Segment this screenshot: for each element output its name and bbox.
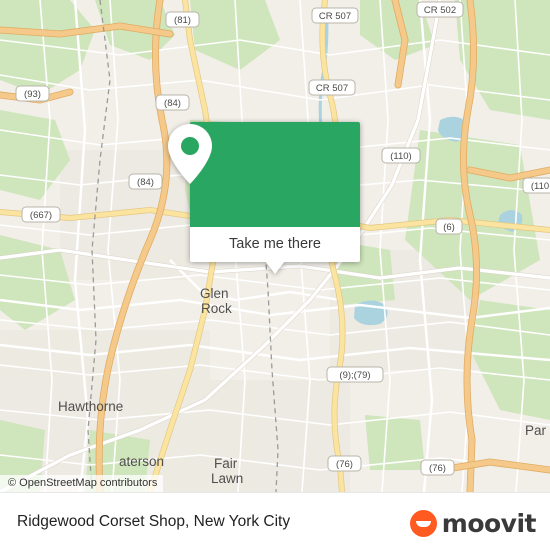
place-label: Hawthorne <box>58 399 123 414</box>
place-title: Ridgewood Corset Shop, New York City <box>17 513 291 530</box>
svg-text:(6): (6) <box>443 222 455 233</box>
svg-text:(9);(79): (9);(79) <box>339 370 370 381</box>
route-shield: (81) <box>165 11 200 28</box>
osm-attribution[interactable]: © OpenStreetMap contributors <box>0 475 164 492</box>
place-label: aterson <box>119 454 164 469</box>
route-shield: CR 507 <box>308 79 356 96</box>
route-shield: (84) <box>155 94 190 111</box>
route-shield: CR 507 <box>311 7 359 24</box>
svg-text:CR 502: CR 502 <box>424 5 456 16</box>
map-screenshot: .rd-min { stroke:#ffffff; stroke-width:1… <box>0 0 550 550</box>
moovit-logo[interactable]: moovit <box>409 508 537 538</box>
map-canvas[interactable]: .rd-min { stroke:#ffffff; stroke-width:1… <box>0 0 550 492</box>
svg-text:(93): (93) <box>24 89 41 100</box>
svg-text:(110): (110) <box>390 151 411 162</box>
place-label: Par <box>525 423 547 438</box>
svg-text:(76): (76) <box>336 459 353 470</box>
popup-tail <box>265 261 285 274</box>
route-shield: (6) <box>435 218 463 235</box>
route-shield: (76) <box>420 459 455 476</box>
svg-text:(84): (84) <box>164 98 181 109</box>
svg-text:CR 507: CR 507 <box>316 83 348 94</box>
moovit-wordmark: moovit <box>441 508 537 538</box>
route-shield: CR 502 <box>416 1 464 18</box>
route-shield: (76) <box>327 455 362 472</box>
route-shield: (84) <box>128 173 163 190</box>
svg-text:(84): (84) <box>137 177 154 188</box>
place-label: Lawn <box>211 471 243 486</box>
popup-image-panel <box>168 122 360 227</box>
svg-text:CR 507: CR 507 <box>319 11 351 22</box>
footer-bar: Ridgewood Corset Shop, New York City moo… <box>0 492 550 550</box>
route-shield: (110 <box>522 177 550 194</box>
location-popup[interactable]: Take me there <box>168 122 360 274</box>
route-shield: (93) <box>15 85 50 102</box>
route-shield: (9);(79) <box>326 366 384 383</box>
location-pin-icon <box>168 124 212 184</box>
place-label: Glen <box>200 286 229 301</box>
route-shield: (667) <box>21 206 61 223</box>
route-shield: (110) <box>381 147 421 164</box>
svg-text:(110: (110 <box>531 181 549 192</box>
take-me-there-button[interactable]: Take me there <box>190 227 360 262</box>
svg-text:(76): (76) <box>429 463 446 474</box>
place-label: Fair <box>214 456 238 471</box>
take-me-there-label: Take me there <box>229 236 321 252</box>
svg-text:(81): (81) <box>174 15 191 26</box>
place-label: Rock <box>201 301 232 316</box>
moovit-smile-icon <box>409 509 437 537</box>
svg-text:(667): (667) <box>30 210 52 221</box>
